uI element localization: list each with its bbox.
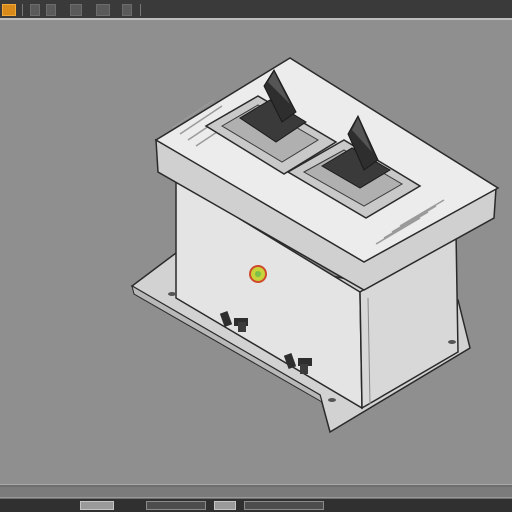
top-toolbar: [0, 0, 512, 20]
toolbar-divider: [140, 4, 141, 16]
timeline-track[interactable]: [0, 487, 512, 498]
select-tool-icon[interactable]: [2, 4, 16, 16]
range-field[interactable]: [244, 501, 324, 510]
frame-field[interactable]: [146, 501, 206, 510]
mount-hole: [328, 398, 336, 402]
timeline-panel: [0, 484, 512, 512]
key-icon[interactable]: [214, 501, 236, 510]
scale-tool-icon[interactable]: [70, 4, 82, 16]
mount-hole: [448, 340, 456, 344]
rotate-tool-icon[interactable]: [46, 4, 56, 16]
3d-viewport[interactable]: [0, 22, 512, 484]
mount-hole: [168, 292, 176, 296]
status-bar: [0, 499, 512, 512]
dual-switch-housing-model[interactable]: [0, 22, 512, 484]
toolbar-divider: [22, 4, 23, 16]
render-tool-icon[interactable]: [122, 4, 132, 16]
play-icon[interactable]: [80, 501, 114, 510]
view-tool-icon[interactable]: [96, 4, 110, 16]
3d-modeling-app-window: [0, 0, 512, 512]
move-tool-icon[interactable]: [30, 4, 40, 16]
